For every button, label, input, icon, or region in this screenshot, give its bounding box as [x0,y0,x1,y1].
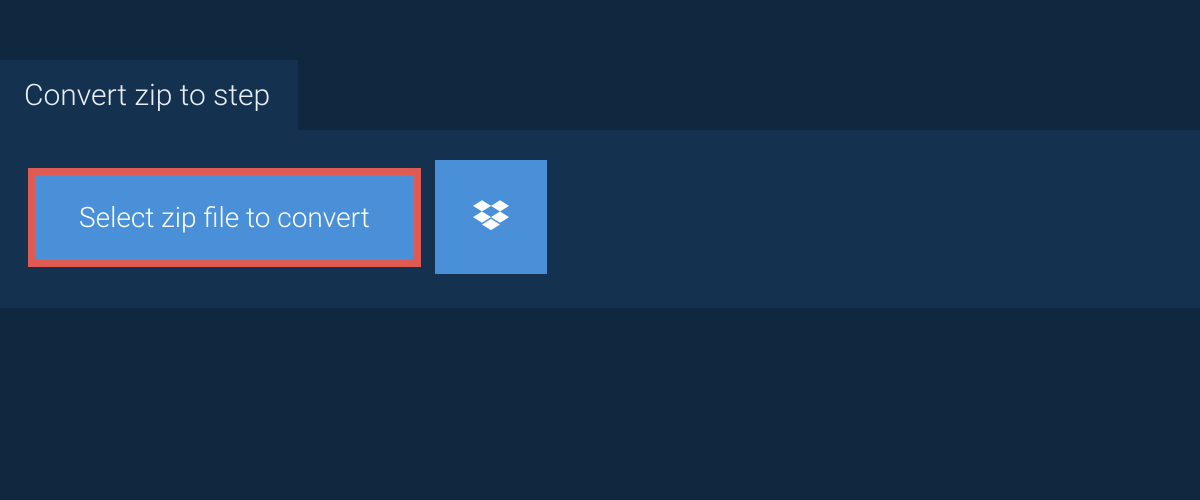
page-tab: Convert zip to step [0,60,298,131]
upload-panel: Select zip file to convert [0,130,1200,308]
select-file-button[interactable]: Select zip file to convert [28,168,421,267]
dropbox-button[interactable] [435,160,547,274]
select-file-label: Select zip file to convert [79,201,370,234]
dropbox-icon [473,198,509,237]
tab-title: Convert zip to step [24,78,270,113]
